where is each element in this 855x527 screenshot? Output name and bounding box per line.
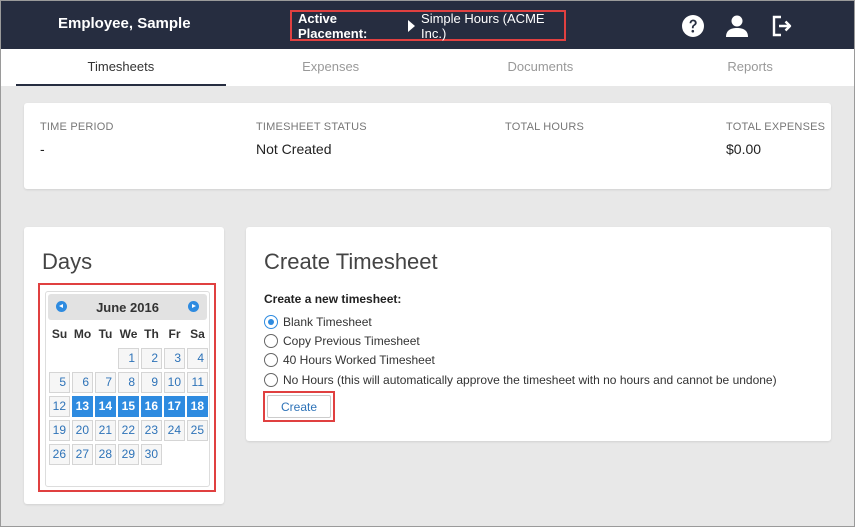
calendar-day[interactable]: 9 xyxy=(141,372,162,393)
tab-expenses[interactable]: Expenses xyxy=(226,49,436,86)
calendar-day[interactable]: 19 xyxy=(49,420,70,441)
radio-copy-previous[interactable] xyxy=(264,334,278,348)
calendar-day[interactable]: 7 xyxy=(95,372,116,393)
radio-40-hours[interactable] xyxy=(264,353,278,367)
option-label: 40 Hours Worked Timesheet xyxy=(283,353,435,367)
calendar-day[interactable]: 13 xyxy=(72,396,93,417)
timesheet-summary-card: TIME PERIOD - TIMESHEET STATUS Not Creat… xyxy=(24,103,831,189)
calendar-day[interactable]: 22 xyxy=(118,420,139,441)
timesheet-status-value: Not Created xyxy=(256,141,332,157)
top-bar: Employee, Sample Active Placement: Simpl… xyxy=(0,0,855,49)
calendar-day[interactable]: 17 xyxy=(164,396,185,417)
main-tabs: Timesheets Expenses Documents Reports xyxy=(0,49,855,86)
option-no-hours[interactable]: No Hours (this will automatically approv… xyxy=(264,373,777,387)
caret-right-icon xyxy=(408,19,416,32)
calendar-day[interactable]: 8 xyxy=(118,372,139,393)
radio-no-hours[interactable] xyxy=(264,373,278,387)
option-label: Blank Timesheet xyxy=(283,315,372,329)
tab-documents[interactable]: Documents xyxy=(436,49,646,86)
option-40-hours[interactable]: 40 Hours Worked Timesheet xyxy=(264,353,435,367)
calendar-month-label: June 2016 xyxy=(96,300,159,315)
day-calendar: June 2016 Su Mo Tu We Th Fr Sa 1 2 3 4 5 6 7 8 9 10 11 12… xyxy=(45,291,210,487)
weekday-header: Su Mo Tu We Th Fr Sa xyxy=(48,327,209,341)
total-expenses-value: $0.00 xyxy=(726,141,762,157)
total-expenses-label: TOTAL EXPENSES xyxy=(726,121,826,133)
next-month-icon[interactable] xyxy=(188,301,199,312)
calendar-day[interactable]: 11 xyxy=(187,372,208,393)
calendar-day[interactable]: 30 xyxy=(141,444,162,465)
days-card: Days June 2016 Su Mo Tu We Th Fr Sa 1234567891… xyxy=(24,227,224,504)
calendar-day[interactable]: 25 xyxy=(187,420,208,441)
weekday-label: We xyxy=(119,327,138,341)
total-hours-label: TOTAL HOURS xyxy=(505,121,585,133)
radio-blank-timesheet[interactable] xyxy=(264,315,278,329)
calendar-day[interactable]: 2 xyxy=(141,348,162,369)
calendar-day[interactable]: 3 xyxy=(164,348,185,369)
calendar-day[interactable]: 10 xyxy=(164,372,185,393)
weekday-label: Su xyxy=(51,327,68,341)
weekday-label: Tu xyxy=(98,327,113,341)
days-title: Days xyxy=(42,249,93,274)
calendar-day[interactable]: 21 xyxy=(95,420,116,441)
create-button[interactable]: Create xyxy=(267,395,331,418)
total-hours: TOTAL HOURS xyxy=(505,121,584,141)
weekday-label: Th xyxy=(144,327,159,341)
active-placement-selector[interactable]: Active Placement: Simple Hours (ACME Inc… xyxy=(290,10,566,41)
calendar-day[interactable]: 16 xyxy=(141,396,162,417)
calendar-day[interactable]: 28 xyxy=(95,444,116,465)
time-period-value: - xyxy=(40,141,45,157)
weekday-label: Sa xyxy=(190,327,205,341)
weekday-label: Fr xyxy=(168,327,181,341)
create-timesheet-card: Create Timesheet Create a new timesheet:… xyxy=(246,227,831,441)
calendar-day[interactable]: 4 xyxy=(187,348,208,369)
create-timesheet-title: Create Timesheet xyxy=(264,249,438,274)
calendar-day[interactable]: 26 xyxy=(49,444,70,465)
calendar-day[interactable]: 20 xyxy=(72,420,93,441)
help-icon[interactable] xyxy=(681,14,705,38)
calendar-day[interactable]: 1 xyxy=(118,348,139,369)
option-blank-timesheet[interactable]: Blank Timesheet xyxy=(264,315,372,329)
tab-reports[interactable]: Reports xyxy=(645,49,855,86)
calendar-day[interactable]: 14 xyxy=(95,396,116,417)
logout-icon[interactable] xyxy=(770,14,794,38)
time-period-label: TIME PERIOD xyxy=(40,121,114,133)
placement-label: Active Placement: xyxy=(298,10,368,41)
calendar-header: June 2016 xyxy=(48,294,207,320)
weekday-label: Mo xyxy=(73,327,92,341)
calendar-day[interactable]: 24 xyxy=(164,420,185,441)
time-period: TIME PERIOD - xyxy=(40,121,114,157)
tab-timesheets[interactable]: Timesheets xyxy=(16,49,226,86)
calendar-day[interactable]: 23 xyxy=(141,420,162,441)
total-expenses: TOTAL EXPENSES $0.00 xyxy=(726,121,825,157)
calendar-day[interactable]: 18 xyxy=(187,396,208,417)
calendar-day[interactable]: 15 xyxy=(118,396,139,417)
user-name: Employee, Sample xyxy=(58,15,191,32)
calendar-day[interactable]: 27 xyxy=(72,444,93,465)
create-timesheet-subtitle: Create a new timesheet: xyxy=(264,292,402,306)
option-copy-previous[interactable]: Copy Previous Timesheet xyxy=(264,334,420,348)
timesheet-status-label: TIMESHEET STATUS xyxy=(256,121,367,133)
timesheet-status: TIMESHEET STATUS Not Created xyxy=(256,121,367,157)
calendar-day[interactable]: 5 xyxy=(49,372,70,393)
calendar-day[interactable]: 12 xyxy=(49,396,70,417)
option-label: Copy Previous Timesheet xyxy=(283,334,420,348)
option-label: No Hours (this will automatically approv… xyxy=(283,373,777,387)
calendar-day[interactable]: 6 xyxy=(72,372,93,393)
user-icon[interactable] xyxy=(725,14,749,38)
placement-value: Simple Hours (ACME Inc.) xyxy=(421,10,545,41)
calendar-day[interactable]: 29 xyxy=(118,444,139,465)
